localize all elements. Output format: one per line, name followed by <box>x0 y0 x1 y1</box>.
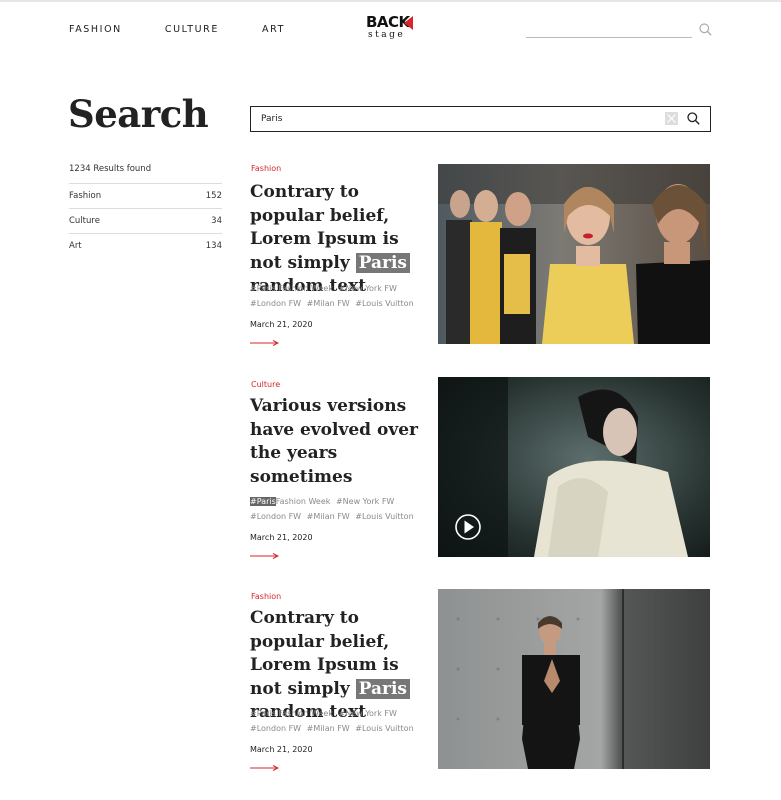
article-date: March 21, 2020 <box>250 533 313 542</box>
tag-link[interactable]: #Louis Vuitton <box>355 299 413 308</box>
tag-link[interactable]: #New York FW <box>336 497 394 506</box>
search-icon[interactable] <box>699 23 712 36</box>
page-title: Search <box>68 92 209 136</box>
article-date: March 21, 2020 <box>250 745 313 754</box>
article-headline[interactable]: Various versions have evolved over the y… <box>250 395 420 489</box>
tag-link[interactable]: #Paris Fashion Week <box>250 284 333 293</box>
article-video-thumbnail[interactable] <box>438 377 710 557</box>
arrow-right-icon[interactable] <box>250 553 279 559</box>
tag-link[interactable]: #London FW <box>250 299 301 308</box>
article-photo-runway-models[interactable] <box>438 164 710 344</box>
results-filter-sidebar: 1234 Results found Fashion 152 Culture 3… <box>69 158 222 258</box>
arrow-right-icon[interactable] <box>250 340 279 346</box>
tag-link[interactable]: #Paris Fashion Week <box>250 709 333 718</box>
logo-wordmark-bottom: stage <box>368 30 406 40</box>
tag-link[interactable]: #ParisFashion Week <box>250 497 330 506</box>
article-date: March 21, 2020 <box>250 320 313 329</box>
search-box <box>250 106 711 132</box>
article-photo-model-concrete-wall[interactable] <box>438 589 710 769</box>
article-tags: #Paris Fashion Week #New York FW #London… <box>250 707 425 736</box>
tag-link[interactable]: #London FW <box>250 724 301 733</box>
search-input[interactable] <box>261 110 641 128</box>
filter-count: 34 <box>211 216 222 226</box>
search-term-highlight: Paris <box>355 252 410 273</box>
nav-item-art[interactable]: ART <box>262 24 285 35</box>
top-divider <box>0 0 781 2</box>
article-category[interactable]: Culture <box>251 380 280 389</box>
search-submit-icon[interactable] <box>687 112 700 125</box>
article-tags: #ParisFashion Week #New York FW #London … <box>250 495 425 524</box>
search-term-highlight: Paris <box>355 678 410 699</box>
nav-item-culture[interactable]: CULTURE <box>165 24 219 35</box>
article-category[interactable]: Fashion <box>251 164 281 173</box>
article-headline[interactable]: Contrary to popular belief, Lorem Ipsum … <box>250 181 420 299</box>
arrow-right-icon[interactable] <box>250 765 279 771</box>
header-search-underline <box>526 37 692 38</box>
filter-label: Culture <box>69 216 100 226</box>
backstage-logo[interactable]: BACK stage <box>366 13 416 45</box>
tag-link[interactable]: #Milan FW <box>307 512 350 521</box>
main-nav: FASHION CULTURE ART <box>69 24 328 35</box>
filter-row-culture[interactable]: Culture 34 <box>69 208 222 233</box>
tag-link[interactable]: #New York FW <box>339 709 397 718</box>
tag-text: Fashion Week <box>275 497 331 506</box>
search-term-highlight: #Paris <box>250 497 276 506</box>
filter-label: Fashion <box>69 191 102 201</box>
filter-count: 152 <box>205 191 222 201</box>
filter-label: Art <box>69 241 82 251</box>
article-tags: #Paris Fashion Week #New York FW #London… <box>250 282 425 311</box>
results-count: 1234 Results found <box>69 164 152 174</box>
article-category[interactable]: Fashion <box>251 592 281 601</box>
clear-icon[interactable] <box>665 112 678 125</box>
tag-link[interactable]: #Milan FW <box>307 299 350 308</box>
header-search[interactable] <box>526 22 712 38</box>
filter-row-fashion[interactable]: Fashion 152 <box>69 183 222 208</box>
tag-link[interactable]: #London FW <box>250 512 301 521</box>
tag-link[interactable]: #New York FW <box>339 284 397 293</box>
filter-count: 134 <box>205 241 222 251</box>
logo-triangle-icon <box>404 16 413 30</box>
tag-link[interactable]: #Milan FW <box>307 724 350 733</box>
tag-link[interactable]: #Louis Vuitton <box>355 724 413 733</box>
filter-row-art[interactable]: Art 134 <box>69 233 222 258</box>
tag-link[interactable]: #Louis Vuitton <box>355 512 413 521</box>
nav-item-fashion[interactable]: FASHION <box>69 24 122 35</box>
